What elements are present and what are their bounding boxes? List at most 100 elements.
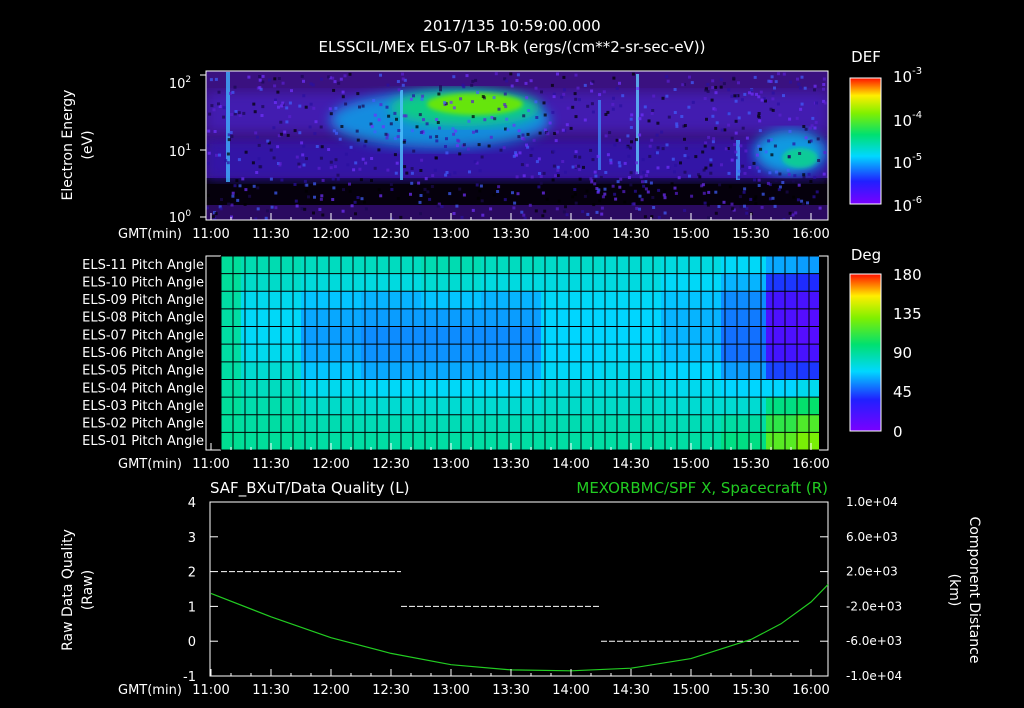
spectrogram-speckle	[822, 87, 825, 91]
spectrogram-speckle	[616, 180, 620, 184]
spectrogram-speckle	[458, 152, 462, 156]
spectrogram-speckle	[455, 144, 459, 148]
spectrogram-speckle	[635, 171, 639, 175]
spectrogram-speckle	[776, 102, 780, 106]
spectrogram-speckle	[320, 77, 323, 81]
spectrogram-speckle	[586, 104, 590, 108]
time-tick-label: 13:30	[492, 227, 529, 242]
time-tick-label: 16:00	[792, 227, 829, 242]
spectrogram-spike	[598, 100, 601, 170]
spectrogram-speckle	[644, 187, 648, 191]
spectrogram-speckle	[234, 110, 238, 113]
spectrogram-speckle	[706, 203, 710, 207]
spectrogram-speckle	[618, 185, 622, 189]
spectrogram-speckle	[612, 76, 616, 80]
spectrogram-speckle	[329, 160, 333, 164]
spectrogram-speckle	[755, 92, 758, 96]
spectrogram-speckle	[548, 121, 552, 125]
spectrogram-speckle	[329, 166, 333, 170]
spectrogram-speckle	[276, 145, 280, 149]
spectrogram-speckle	[694, 155, 698, 159]
def-colorbar-tick-label: 10-3	[893, 66, 922, 86]
spectrogram-speckle	[266, 209, 269, 213]
spectrogram-speckle	[467, 119, 471, 123]
spectrogram-speckle	[611, 184, 615, 188]
spectrogram-speckle	[370, 124, 374, 128]
spectrogram-speckle	[363, 144, 367, 148]
spectrogram-speckle	[822, 83, 826, 86]
time-tick-label: 13:00	[432, 683, 469, 698]
time-tick-label: 14:30	[612, 457, 649, 472]
pitch-angle-cell	[301, 308, 362, 328]
pitch-angle-cell	[601, 291, 662, 310]
spectrogram-speckle	[320, 194, 324, 198]
pitch-angle-cell	[541, 379, 602, 398]
spectrogram-speckle	[218, 153, 221, 157]
spectrogram-speckle	[773, 204, 777, 208]
pitch-angle-cell	[541, 273, 602, 292]
spectrogram-speckle	[304, 105, 308, 109]
pitch-angle-cell	[361, 291, 422, 310]
pitch-angle-cell	[421, 379, 482, 398]
spectrogram-speckle	[379, 73, 382, 77]
spectrogram-speckle	[505, 117, 509, 121]
spectrogram-speckle	[474, 78, 478, 82]
spectrogram-speckle	[629, 183, 633, 187]
pitch-angle-cell	[301, 291, 362, 310]
spectrogram-speckle	[300, 141, 304, 145]
spectrogram-speckle	[562, 92, 566, 96]
spectrogram-speckle	[621, 94, 625, 98]
spectrogram-speckle	[303, 207, 307, 211]
spectrogram-speckle	[396, 80, 400, 83]
spectrogram-speckle	[421, 94, 425, 98]
spectrogram-speckle	[318, 207, 322, 211]
spectrogram-speckle	[288, 101, 292, 105]
spectrogram-speckle	[343, 74, 347, 78]
spectrogram-speckle	[410, 181, 414, 185]
pitch-angle-cell	[766, 256, 797, 275]
spectrogram-speckle	[393, 111, 397, 115]
spectrogram-speckle	[655, 133, 659, 137]
spectrogram-speckle	[461, 83, 465, 87]
spectrogram-speckle	[583, 118, 587, 122]
spectrogram-speckle	[786, 168, 790, 172]
spectrogram-y-units: (eV)	[80, 130, 96, 159]
spectrogram-speckle	[352, 168, 356, 172]
spectrogram-speckle	[510, 84, 514, 88]
spectrogram-speckle	[472, 130, 475, 134]
spectrogram-speckle	[445, 151, 449, 155]
spectrogram-speckle	[214, 212, 218, 216]
spectrogram-speckle	[734, 131, 738, 135]
spectrogram-speckle	[545, 197, 549, 201]
spectrogram-speckle	[341, 90, 345, 94]
spectrogram-speckle	[773, 144, 777, 148]
spectrogram-speckle	[564, 170, 567, 174]
spectrogram-speckle	[280, 104, 284, 108]
spectrogram-speckle	[707, 216, 710, 220]
spectrogram-speckle	[393, 153, 397, 157]
spectrogram-speckle	[734, 156, 738, 160]
quality-right-title: MEXORBMC/SPF X, Spacecraft (R)	[576, 479, 828, 497]
spectrogram-speckle	[496, 190, 500, 193]
pitch-angle-cell	[421, 326, 482, 345]
spectrogram-speckle	[241, 177, 245, 181]
spectrogram-speckle	[615, 86, 619, 90]
pitch-angle-cell	[766, 326, 797, 345]
spectrogram-speckle	[571, 195, 575, 199]
spectrogram-speckle	[737, 81, 740, 85]
time-tick-label: 13:00	[432, 227, 469, 242]
spectrogram-speckle	[520, 210, 524, 214]
spectrogram-speckle	[803, 86, 807, 90]
spectrogram-speckle	[503, 198, 507, 202]
spectrogram-speckle	[808, 126, 812, 130]
time-tick-label: 12:00	[312, 683, 349, 698]
spectrogram-speckle	[683, 208, 687, 212]
spectrogram-speckle	[686, 156, 690, 160]
spectrogram-speckle	[529, 79, 533, 83]
spectrogram-speckle	[593, 182, 597, 186]
spectrogram-speckle	[583, 83, 587, 87]
pitch-angle-cell	[541, 414, 602, 433]
pitch-angle-cell	[481, 291, 542, 310]
spectrogram-speckle	[363, 200, 366, 204]
spectrogram-speckle	[733, 143, 737, 147]
